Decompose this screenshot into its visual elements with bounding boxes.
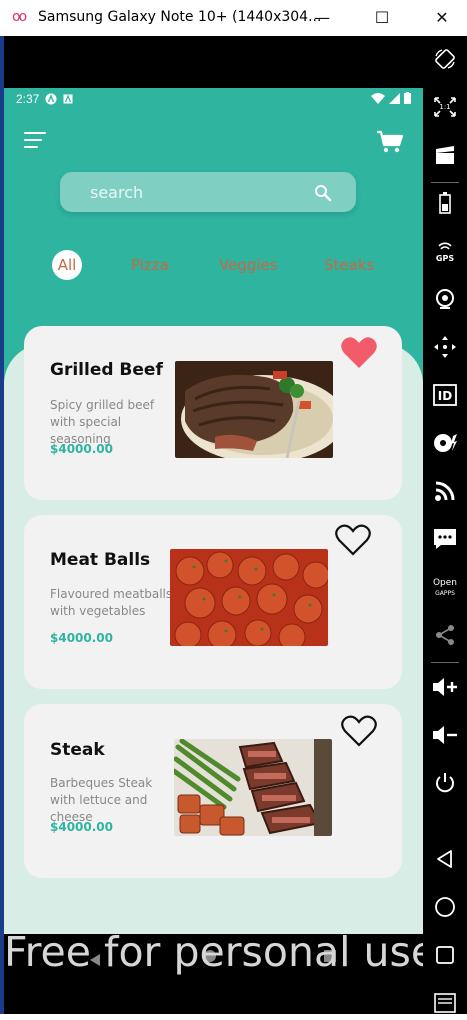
share-icon[interactable] [423, 618, 467, 652]
home-icon[interactable] [423, 890, 467, 924]
food-description: Barbeques Steak with lettuce and cheese [50, 776, 153, 824]
food-price: $4000.00 [50, 631, 114, 645]
open-gapps-icon[interactable]: Open GAPPS [423, 570, 467, 604]
grilled-beef-image [175, 361, 333, 458]
watermark-text: Free for personal use [4, 928, 437, 976]
gapps-label: GAPPS [435, 590, 455, 597]
id-label: ID [438, 389, 452, 403]
sms-icon[interactable] [423, 522, 467, 556]
battery-icon[interactable] [423, 186, 467, 220]
food-card-meat-balls[interactable]: Meat Balls Flavoured meatballs with vege… [24, 515, 402, 689]
notification-box-icon [63, 94, 73, 104]
webcam-icon[interactable] [423, 282, 467, 316]
status-indicators [371, 92, 411, 104]
favorite-heart-outline-icon[interactable] [340, 714, 378, 748]
food-price: $4000.00 [50, 820, 114, 834]
svg-text:1:1: 1:1 [439, 103, 450, 111]
tab-pizza[interactable]: Pizza [131, 250, 169, 280]
food-price: $4000.00 [50, 442, 114, 456]
tab-veggies[interactable]: Veggies [219, 250, 278, 280]
steak-image [174, 739, 332, 836]
recents-icon[interactable] [423, 938, 467, 972]
app-logo-icon: oo [12, 9, 27, 25]
camera-clapper-icon[interactable] [423, 138, 467, 172]
meat-balls-image [170, 549, 328, 646]
status-time: 2:37 [16, 92, 40, 106]
resize-icon[interactable]: 1:1 [423, 90, 467, 124]
media-icon[interactable] [423, 426, 467, 460]
signal-icon [389, 92, 400, 104]
power-icon[interactable] [423, 766, 467, 800]
close-button[interactable]: ✕ [424, 4, 460, 32]
window-title: Samsung Galaxy Note 10+ (1440x304... [38, 9, 322, 25]
favorite-heart-outline-icon[interactable] [334, 523, 372, 557]
battery-status-icon [404, 92, 411, 104]
favorite-heart-icon[interactable] [340, 336, 378, 370]
tab-all[interactable]: All [52, 250, 82, 280]
menu-icon[interactable] [423, 986, 467, 1020]
food-name: Grilled Beef [50, 360, 163, 380]
wifi-icon [371, 92, 385, 104]
search-input[interactable] [90, 182, 290, 202]
move-icon[interactable] [423, 330, 467, 364]
device-frame-top [4, 36, 423, 88]
food-description: Flavoured meatballs with vegetables [50, 587, 173, 618]
notification-a-icon [45, 93, 57, 105]
back-icon[interactable] [423, 842, 467, 876]
hamburger-menu-icon[interactable] [24, 132, 48, 150]
shopping-cart-icon[interactable] [376, 130, 404, 154]
volume-down-icon[interactable] [423, 718, 467, 752]
window-titlebar: oo Samsung Galaxy Note 10+ (1440x304... … [0, 0, 467, 36]
gps-label: GPS [436, 254, 454, 263]
maximize-button[interactable]: ☐ [364, 4, 400, 32]
phone-screen: 2:37 All Pizza Veggies Steaks Grilled Be… [4, 88, 423, 934]
food-description: Spicy grilled beef with special seasonin… [50, 398, 155, 446]
rss-icon[interactable] [423, 474, 467, 508]
tab-steaks[interactable]: Steaks [324, 250, 374, 280]
food-name: Meat Balls [50, 550, 151, 570]
open-label: Open [433, 578, 457, 588]
id-icon[interactable]: ID [423, 378, 467, 412]
food-name: Steak [50, 740, 105, 760]
minimize-button[interactable]: — [304, 4, 340, 32]
volume-up-icon[interactable] [423, 670, 467, 704]
status-bar: 2:37 [16, 92, 73, 106]
search-icon[interactable] [314, 184, 332, 202]
gps-icon[interactable]: GPS [423, 234, 467, 268]
emulator-toolbar: 1:1 GPS ID Open GAPPS [423, 36, 467, 1014]
category-tabs: All Pizza Veggies Steaks [4, 250, 423, 280]
search-bar[interactable] [60, 172, 356, 212]
food-card-steak[interactable]: Steak Barbeques Steak with lettuce and c… [24, 704, 402, 878]
food-card-grilled-beef[interactable]: Grilled Beef Spicy grilled beef with spe… [24, 326, 402, 500]
rotate-icon[interactable] [423, 42, 467, 76]
